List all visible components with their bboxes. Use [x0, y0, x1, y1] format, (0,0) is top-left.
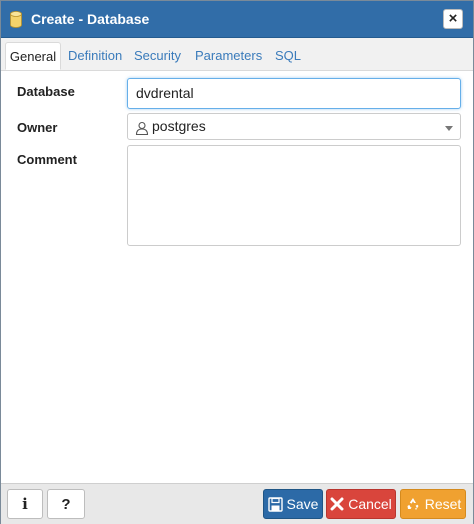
chevron-down-icon [445, 126, 453, 131]
help-button[interactable]: ? [47, 489, 85, 519]
tab-security[interactable]: Security [134, 42, 181, 70]
tab-general[interactable]: General [5, 42, 61, 70]
tab-sql[interactable]: SQL [275, 42, 301, 70]
tab-bar: General Definition Security Parameters S… [1, 38, 473, 71]
close-button[interactable]: × [443, 9, 463, 29]
create-database-dialog: Create - Database × General Definition S… [0, 0, 474, 524]
help-icon: ? [61, 495, 71, 513]
dialog-footer: i ? Save Cancel Reset [1, 483, 473, 524]
reset-button[interactable]: Reset [400, 489, 466, 519]
recycle-icon [407, 498, 419, 510]
owner-selected-value: postgres [152, 118, 206, 134]
close-icon [330, 497, 344, 511]
reset-label: Reset [424, 496, 462, 512]
database-name-input[interactable]: dvdrental [127, 78, 461, 109]
comment-textarea[interactable] [127, 145, 461, 246]
database-icon [10, 11, 22, 28]
info-icon: i [22, 495, 28, 513]
save-icon [267, 496, 283, 512]
cancel-button[interactable]: Cancel [326, 489, 396, 519]
database-label: Database [17, 84, 75, 99]
save-label: Save [286, 496, 319, 512]
tab-parameters[interactable]: Parameters [195, 42, 262, 70]
owner-label: Owner [17, 120, 58, 135]
owner-select[interactable]: postgres [127, 113, 461, 140]
dialog-title: Create - Database [31, 11, 150, 27]
tab-definition[interactable]: Definition [68, 42, 122, 70]
save-button[interactable]: Save [263, 489, 323, 519]
info-button[interactable]: i [7, 489, 43, 519]
comment-label: Comment [17, 152, 77, 167]
user-icon [135, 121, 149, 135]
cancel-label: Cancel [348, 496, 392, 512]
dialog-titlebar[interactable]: Create - Database × [1, 1, 473, 38]
